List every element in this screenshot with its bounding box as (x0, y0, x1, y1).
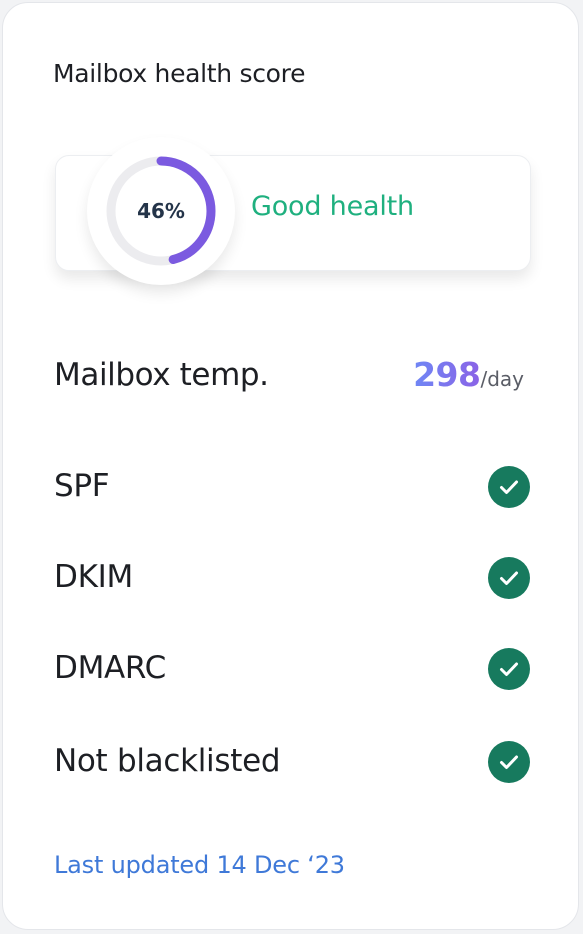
check-label: Not blacklisted (54, 743, 281, 779)
check-row-dmarc: DMARC (54, 648, 530, 692)
check-label: DMARC (54, 650, 166, 686)
health-status-label: Good health (251, 191, 414, 222)
mailbox-temp-number: 298 (413, 355, 481, 394)
check-circle-icon (488, 557, 530, 599)
card-title: Mailbox health score (53, 59, 306, 88)
check-label: DKIM (54, 559, 133, 595)
mailbox-temp-label: Mailbox temp. (54, 357, 269, 393)
check-circle-icon (488, 648, 530, 690)
mailbox-temp-unit: /day (480, 367, 524, 391)
mailbox-temp-value: 298/day (413, 355, 524, 394)
check-row-blacklist: Not blacklisted (54, 741, 530, 785)
last-updated-text: Last updated 14 Dec ‘23 (54, 851, 345, 879)
mailbox-health-card: Mailbox health score 46% Good health Mai… (2, 2, 579, 930)
health-score-ring: 46% (87, 137, 235, 285)
check-label: SPF (54, 468, 110, 504)
check-row-dkim: DKIM (54, 557, 530, 601)
check-row-spf: SPF (54, 466, 530, 510)
check-circle-icon (488, 466, 530, 508)
health-score-percent: 46% (137, 199, 185, 223)
check-circle-icon (488, 741, 530, 783)
